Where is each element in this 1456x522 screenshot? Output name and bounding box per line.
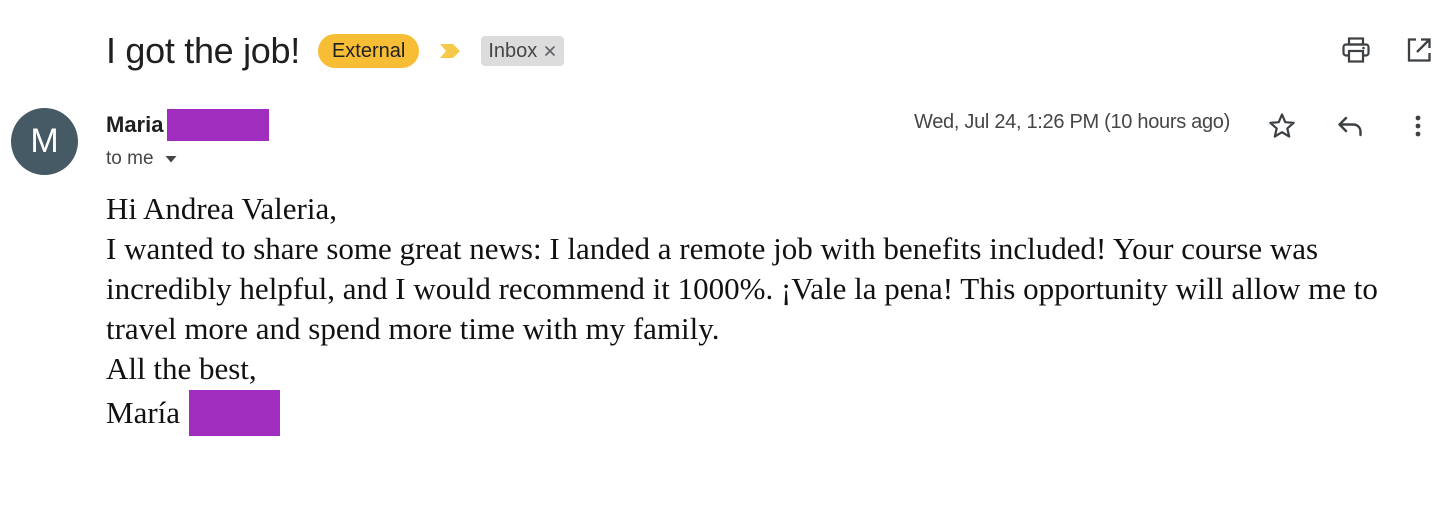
redaction-box <box>167 109 270 141</box>
importance-marker-icon[interactable] <box>439 43 461 59</box>
recipient-row: to me <box>106 146 178 172</box>
open-in-new-window-icon[interactable] <box>1405 36 1433 64</box>
email-date: Wed, Jul 24, 1:26 PM (10 hours ago) <box>914 111 1230 133</box>
signature-name: María <box>106 395 181 430</box>
email-subject: I got the job! <box>106 30 300 71</box>
recipient-text: to me <box>106 148 154 169</box>
chevron-down-icon[interactable] <box>164 152 178 166</box>
avatar[interactable]: M <box>11 108 78 175</box>
email-body: Hi Andrea Valeria, I wanted to share som… <box>106 189 1416 437</box>
email-signature: María <box>106 389 1416 437</box>
email-paragraph: I wanted to share some great news: I lan… <box>106 231 1378 346</box>
external-label: External <box>317 34 420 68</box>
email-closing: All the best, <box>106 351 257 386</box>
subject-row: I got the job! External Inbox <box>106 26 565 76</box>
star-icon[interactable] <box>1266 110 1298 142</box>
redaction-box <box>189 390 281 436</box>
inbox-label: Inbox <box>481 36 565 66</box>
sender-name[interactable]: Maria <box>106 112 163 138</box>
more-vertical-icon[interactable] <box>1402 110 1434 142</box>
print-icon[interactable] <box>1342 36 1370 64</box>
reply-icon[interactable] <box>1334 110 1366 142</box>
inbox-label-text: Inbox <box>488 39 538 62</box>
sender-row: Maria <box>106 108 270 142</box>
close-icon[interactable] <box>544 45 556 57</box>
email-greeting: Hi Andrea Valeria, <box>106 191 337 226</box>
